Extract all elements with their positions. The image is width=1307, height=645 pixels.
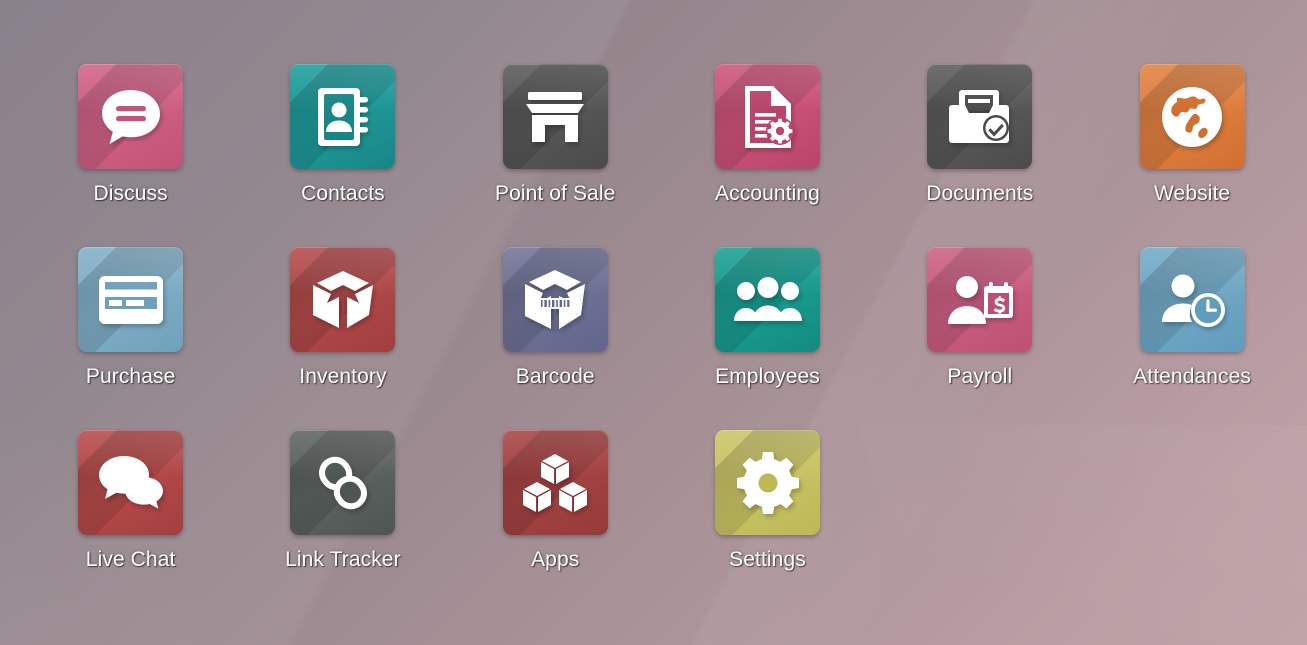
globe-icon bbox=[1140, 64, 1245, 169]
app-label: Live Chat bbox=[85, 548, 176, 571]
chat-bubbles-icon bbox=[78, 430, 183, 535]
app-label: Documents bbox=[926, 182, 1034, 205]
app-tile[interactable] bbox=[502, 247, 608, 352]
app-icon-barcode[interactable]: Barcode bbox=[449, 247, 661, 430]
app-tile[interactable] bbox=[715, 247, 820, 352]
barcode-box-icon bbox=[503, 247, 608, 352]
app-icon-live-chat[interactable]: Live Chat bbox=[25, 430, 237, 613]
app-icon-link-tracker[interactable]: Link Tracker bbox=[237, 430, 449, 613]
app-label: Point of Sale bbox=[495, 182, 616, 205]
app-tile[interactable] bbox=[715, 64, 820, 169]
open-box-icon bbox=[290, 247, 395, 352]
app-label: Purchase bbox=[85, 365, 176, 388]
app-tile[interactable] bbox=[1139, 247, 1245, 352]
app-tile[interactable] bbox=[927, 64, 1033, 169]
app-label: Accounting bbox=[715, 182, 820, 205]
app-icon-attendances[interactable]: Attendances bbox=[1086, 247, 1298, 430]
person-calendar-dollar-icon bbox=[927, 247, 1032, 352]
file-box-check-icon bbox=[927, 64, 1032, 169]
app-label: Inventory bbox=[299, 365, 387, 388]
cubes-icon bbox=[503, 430, 608, 535]
app-icon-apps[interactable]: Apps bbox=[449, 430, 661, 613]
app-tile[interactable] bbox=[78, 64, 184, 169]
app-tile[interactable] bbox=[715, 430, 820, 535]
app-label: Barcode bbox=[515, 365, 595, 388]
app-icon-settings[interactable]: Settings bbox=[662, 430, 874, 613]
chain-link-icon bbox=[290, 430, 395, 535]
app-icon-payroll[interactable]: Payroll bbox=[874, 247, 1086, 430]
app-icon-discuss[interactable]: Discuss bbox=[25, 64, 237, 247]
app-label: Settings bbox=[729, 548, 806, 571]
app-tile[interactable] bbox=[502, 64, 608, 169]
app-icon-purchase[interactable]: Purchase bbox=[25, 247, 237, 430]
app-label: Website bbox=[1154, 182, 1231, 205]
app-tile[interactable] bbox=[78, 430, 184, 535]
document-gear-icon bbox=[715, 64, 820, 169]
person-clock-icon bbox=[1140, 247, 1245, 352]
app-tile[interactable] bbox=[290, 430, 396, 535]
credit-card-icon bbox=[78, 247, 183, 352]
people-group-icon bbox=[715, 247, 820, 352]
app-tile[interactable] bbox=[290, 247, 396, 352]
app-label: Apps bbox=[531, 548, 580, 571]
storefront-icon bbox=[503, 64, 608, 169]
app-icon-point-of-sale[interactable]: Point of Sale bbox=[449, 64, 661, 247]
app-tile[interactable] bbox=[78, 247, 184, 352]
app-tile[interactable] bbox=[927, 247, 1033, 352]
app-icon-employees[interactable]: Employees bbox=[662, 247, 874, 430]
app-grid: Discuss Contacts Point of Sale Accountin… bbox=[0, 0, 1307, 645]
gear-icon bbox=[715, 430, 820, 535]
app-label: Payroll bbox=[947, 365, 1013, 388]
app-icon-website[interactable]: Website bbox=[1086, 64, 1298, 247]
app-label: Contacts bbox=[301, 182, 385, 205]
app-label: Employees bbox=[715, 365, 820, 388]
app-tile[interactable] bbox=[1139, 64, 1245, 169]
app-label: Link Tracker bbox=[285, 548, 401, 571]
app-tile[interactable] bbox=[290, 64, 396, 169]
app-tile[interactable] bbox=[502, 430, 608, 535]
app-icon-inventory[interactable]: Inventory bbox=[237, 247, 449, 430]
app-label: Attendances bbox=[1133, 365, 1252, 388]
app-icon-documents[interactable]: Documents bbox=[874, 64, 1086, 247]
app-icon-contacts[interactable]: Contacts bbox=[237, 64, 449, 247]
app-icon-accounting[interactable]: Accounting bbox=[662, 64, 874, 247]
address-book-icon bbox=[290, 64, 395, 169]
speech-bubble-icon bbox=[78, 64, 183, 169]
app-label: Discuss bbox=[93, 182, 168, 205]
